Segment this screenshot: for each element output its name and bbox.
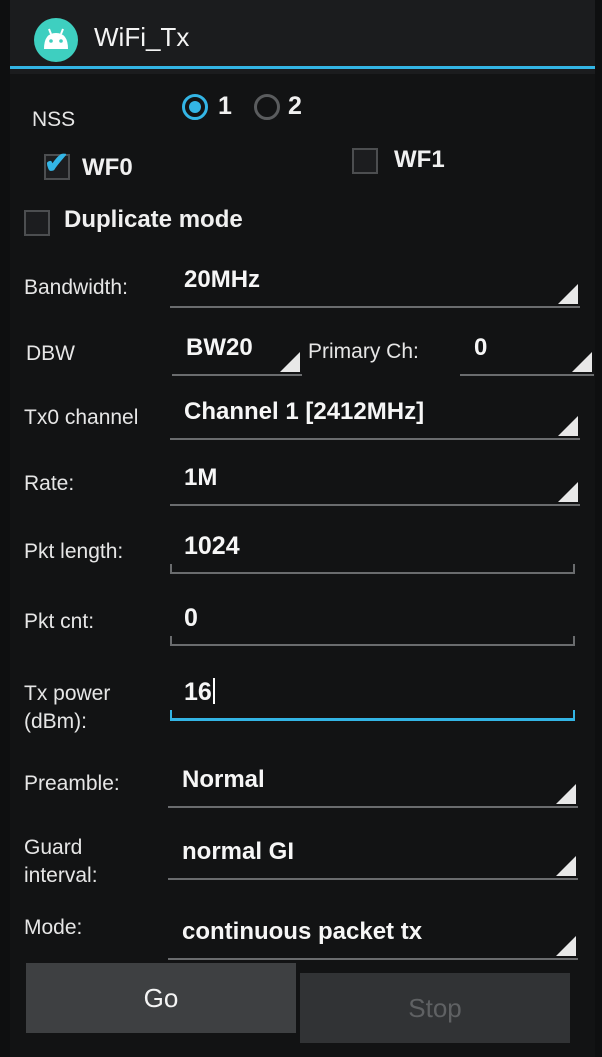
tx-power-unit-label: (dBm):: [24, 710, 87, 733]
tx0-channel-spinner[interactable]: Channel 1 [2412MHz]: [170, 396, 580, 440]
dropdown-triangle-icon: [280, 352, 300, 372]
guard-interval-label: Guard: [24, 836, 83, 859]
stop-button[interactable]: Stop: [300, 973, 570, 1043]
guard-interval-spinner[interactable]: normal GI: [168, 836, 578, 880]
nss-label: NSS: [32, 108, 76, 131]
wf1-label: WF1: [394, 146, 445, 173]
dbw-label: DBW: [26, 342, 75, 365]
preamble-value: Normal: [182, 766, 265, 793]
dropdown-triangle-icon: [572, 352, 592, 372]
text-cursor: [212, 678, 215, 704]
rate-spinner[interactable]: 1M: [170, 462, 580, 506]
nss-radio-2[interactable]: [254, 94, 280, 120]
preamble-label: Preamble:: [24, 772, 120, 795]
primary-ch-spinner[interactable]: 0: [460, 332, 594, 376]
pkt-cnt-field[interactable]: 0: [170, 602, 575, 646]
nss-radio-2-label: 2: [288, 92, 302, 120]
preamble-spinner[interactable]: Normal: [168, 764, 578, 808]
checkmark-icon: ✔: [44, 147, 70, 180]
wf0-checkbox[interactable]: ✔: [44, 147, 70, 180]
pkt-cnt-label: Pkt cnt:: [24, 610, 95, 633]
pkt-length-value: 1024: [184, 532, 240, 560]
duplicate-mode-checkbox[interactable]: [24, 210, 50, 236]
bandwidth-spinner[interactable]: 20MHz: [170, 264, 580, 308]
mode-label: Mode:: [24, 916, 83, 939]
tx0-channel-label: Tx0 channel: [24, 406, 139, 429]
primary-ch-value: 0: [474, 334, 488, 361]
mode-spinner[interactable]: continuous packet tx: [168, 916, 578, 960]
pkt-cnt-value: 0: [184, 604, 198, 632]
tx-power-label: Tx power: [24, 682, 111, 705]
guard-interval-value: normal GI: [182, 838, 295, 865]
action-bar: WiFi_Tx: [10, 0, 595, 74]
pkt-length-label: Pkt length:: [24, 540, 124, 563]
wf0-label: WF0: [82, 154, 133, 181]
dropdown-triangle-icon: [558, 482, 578, 502]
dropdown-triangle-icon: [558, 284, 578, 304]
rate-value: 1M: [184, 464, 218, 491]
wifi-tx-screen: WiFi_Tx NSS 1 2 ✔ WF0 WF1 Duplicate mode…: [10, 0, 595, 1057]
action-bar-divider: [10, 66, 595, 69]
duplicate-mode-label: Duplicate mode: [64, 206, 243, 233]
tx0-channel-value: Channel 1 [2412MHz]: [184, 398, 425, 425]
mode-value: continuous packet tx: [182, 918, 423, 945]
nss-radio-1-label: 1: [218, 92, 232, 120]
dropdown-triangle-icon: [556, 784, 576, 804]
pkt-length-field[interactable]: 1024: [170, 530, 575, 574]
nss-radio-1[interactable]: [182, 94, 208, 120]
bandwidth-label: Bandwidth:: [24, 276, 128, 299]
tx-power-field[interactable]: 16: [170, 676, 575, 721]
go-button[interactable]: Go: [26, 963, 296, 1033]
dbw-spinner[interactable]: BW20: [172, 332, 302, 376]
bandwidth-value: 20MHz: [184, 266, 261, 293]
app-title: WiFi_Tx: [94, 22, 190, 52]
dropdown-triangle-icon: [558, 416, 578, 436]
rate-label: Rate:: [24, 472, 75, 495]
guard-interval-label-line2: interval:: [24, 864, 98, 887]
android-icon: [34, 18, 78, 62]
dropdown-triangle-icon: [556, 936, 576, 956]
dropdown-triangle-icon: [556, 856, 576, 876]
dbw-value: BW20: [186, 334, 253, 361]
wf1-checkbox[interactable]: [352, 148, 378, 174]
tx-power-value: 16: [184, 678, 215, 707]
primary-ch-label: Primary Ch:: [308, 340, 419, 363]
